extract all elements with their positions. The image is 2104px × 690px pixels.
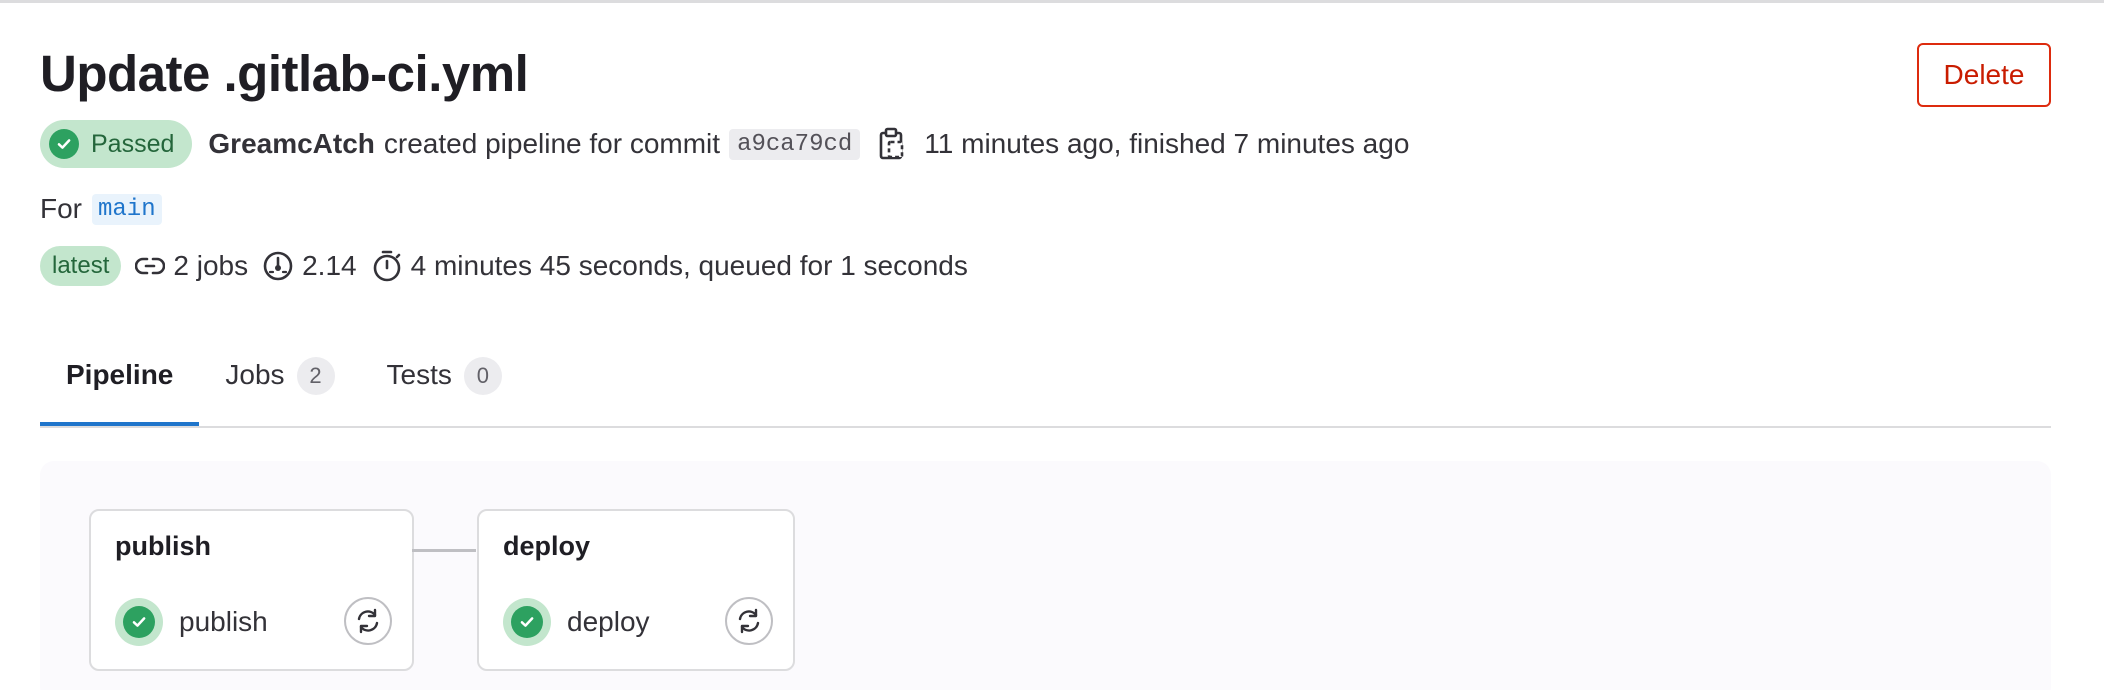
latest-badge: latest	[40, 246, 122, 286]
stage-column-publish: publish publish	[89, 509, 414, 671]
check-circle-icon	[49, 129, 79, 159]
retry-icon	[357, 608, 379, 634]
pipeline-graph: publish publish deploy deploy	[40, 461, 2051, 690]
pipeline-timing-text: 11 minutes ago, finished 7 minutes ago	[924, 128, 1410, 159]
tab-count-badge: 2	[296, 357, 335, 395]
tab-label: Tests	[386, 359, 452, 390]
tab-label: Pipeline	[66, 359, 174, 390]
stage-column-deploy: deploy deploy	[477, 509, 795, 671]
pipeline-action-text: created pipeline for commit	[383, 128, 721, 159]
tab-label: Jobs	[225, 359, 285, 390]
branch-link[interactable]: main	[92, 193, 162, 225]
stopwatch-icon	[373, 250, 400, 282]
jobs-count-text: 2 jobs	[173, 250, 249, 281]
compute-value: 2.14	[302, 250, 357, 281]
pipeline-author-link[interactable]: GreamcAtch	[208, 128, 375, 160]
retry-icon	[738, 608, 760, 634]
job-name: publish	[179, 606, 268, 637]
pipeline-status-badge[interactable]: Passed	[40, 120, 193, 168]
pipeline-page: Update .gitlab-ci.yml Delete Passed Grea…	[0, 0, 2104, 690]
stage-title: deploy	[503, 531, 591, 561]
tab-count-badge: 0	[463, 357, 502, 395]
stage-title: publish	[115, 531, 211, 561]
jobs-count-stat: 2 jobs	[135, 250, 248, 282]
tab-tests[interactable]: Tests 0	[361, 343, 528, 426]
duration-stat: 4 minutes 45 seconds, queued for 1 secon…	[371, 249, 968, 283]
job-status-icon	[503, 598, 551, 646]
retry-job-button[interactable]	[344, 597, 392, 645]
tab-pipeline[interactable]: Pipeline	[40, 343, 200, 426]
pipeline-stats-row: latest 2 jobs 2.14 4 minutes 45 seconds,…	[40, 245, 982, 287]
job-item-deploy[interactable]: deploy	[503, 597, 773, 647]
tab-jobs[interactable]: Jobs 2	[199, 343, 360, 426]
job-item-publish[interactable]: publish	[115, 597, 392, 647]
pipeline-ref-row: For main	[40, 189, 162, 229]
delete-pipeline-button[interactable]: Delete	[1917, 43, 2051, 107]
pipeline-status-label: Passed	[91, 129, 175, 158]
compute-stat: 2.14	[262, 250, 357, 282]
pipeline-tabs: Pipeline Jobs 2 Tests 0	[40, 343, 2051, 428]
job-status-icon	[115, 598, 163, 646]
duration-text: 4 minutes 45 seconds, queued for 1 secon…	[410, 250, 968, 281]
stage-connector-line	[412, 549, 476, 552]
pipeline-link-icon	[135, 257, 166, 275]
pipeline-meta-row: Passed GreamcAtch created pipeline for c…	[40, 119, 1409, 169]
copy-to-clipboard-icon[interactable]	[878, 127, 906, 161]
commit-sha-link[interactable]: a9ca79cd	[729, 128, 861, 160]
page-title: Update .gitlab-ci.yml	[40, 45, 529, 102]
job-name: deploy	[567, 606, 650, 637]
ref-prefix: For	[40, 193, 82, 224]
retry-job-button[interactable]	[725, 597, 773, 645]
dashboard-gauge-icon	[263, 251, 293, 281]
